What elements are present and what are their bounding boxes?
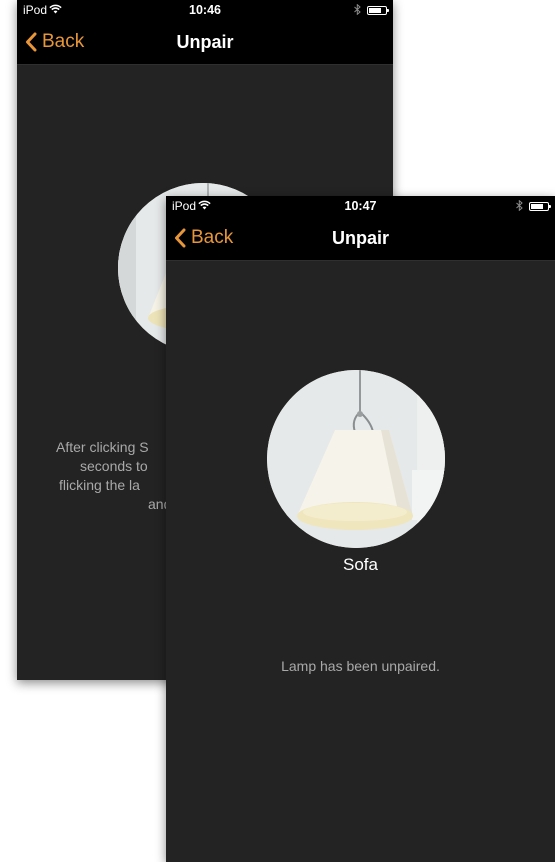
status-right <box>516 199 551 213</box>
nav-bar: Back Unpair <box>166 216 555 261</box>
battery-icon <box>529 202 551 211</box>
nav-bar: Back Unpair <box>17 20 393 65</box>
status-bar: iPod 10:46 <box>17 0 393 20</box>
page-title: Unpair <box>176 32 234 52</box>
clock: 10:46 <box>189 3 221 17</box>
battery-icon <box>367 6 389 15</box>
page-title: Unpair <box>331 228 389 248</box>
bluetooth-icon <box>354 3 361 17</box>
front-screen: iPod 10:47 Back Unpair Sofa Lamp has bee… <box>166 196 555 862</box>
clock: 10:47 <box>344 199 377 213</box>
lamp-image <box>267 370 445 548</box>
status-right <box>354 3 389 17</box>
status-message: Lamp has been unpaired. <box>281 658 440 674</box>
bluetooth-icon <box>516 199 523 213</box>
status-bar: iPod 10:47 <box>166 196 555 216</box>
lamp-name: Sofa <box>343 555 378 574</box>
